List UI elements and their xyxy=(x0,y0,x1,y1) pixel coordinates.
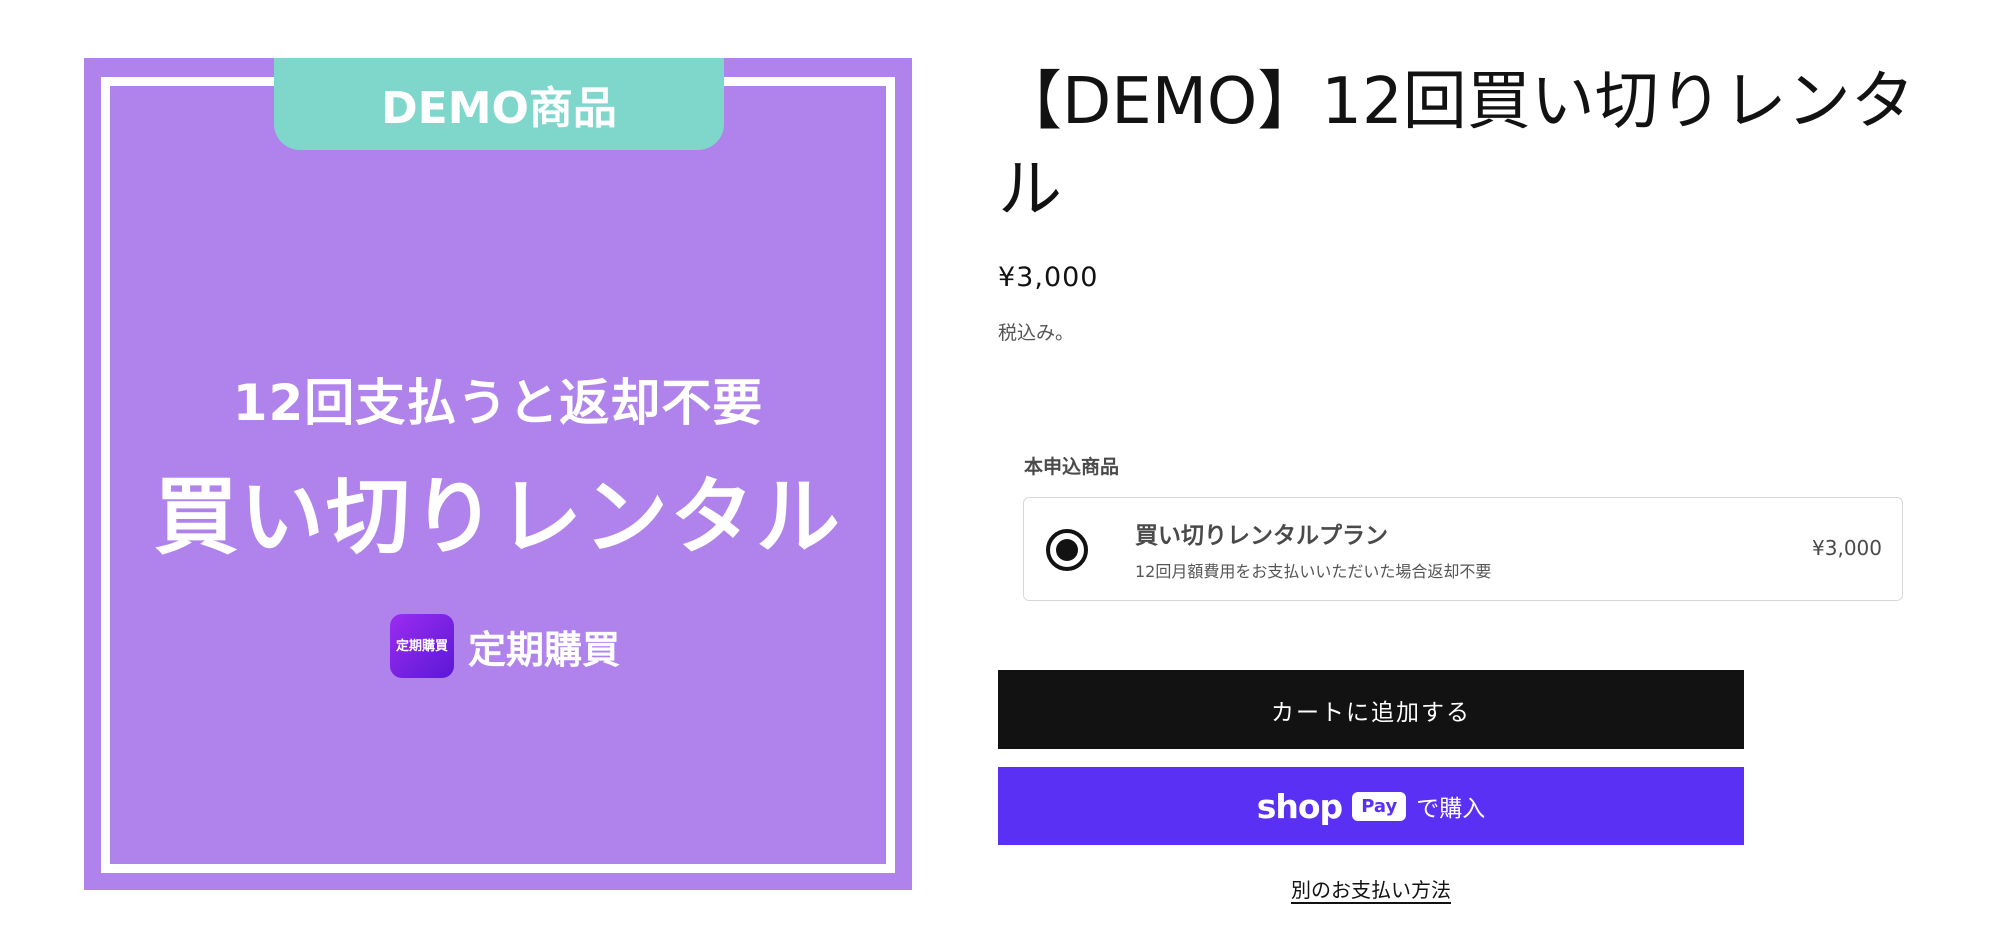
add-to-cart-button[interactable]: カートに追加する xyxy=(998,670,1744,749)
product-image[interactable]: DEMO商品 12回支払うと返却不要 買い切りレンタル 定期購買 定期購買 xyxy=(84,58,912,890)
app-badge: 定期購買 定期購買 xyxy=(390,614,620,678)
more-payment-options: 別のお支払い方法 xyxy=(998,874,1744,903)
demo-tab-label: DEMO商品 xyxy=(381,83,617,134)
plan-radio[interactable] xyxy=(1046,529,1088,571)
image-subtitle: 12回支払うと返却不要 xyxy=(232,374,764,432)
radio-selected-dot xyxy=(1056,539,1078,561)
plan-price: ¥3,000 xyxy=(1812,536,1882,560)
product-price: ¥3,000 xyxy=(998,262,1099,293)
image-title: 買い切りレンタル xyxy=(153,468,842,566)
app-name: 定期購買 xyxy=(468,627,621,672)
plan-description: 12回月額費用をお支払いいただいた場合返却不要 xyxy=(1135,562,1492,581)
shop-pay-button[interactable]: shop Pay で購入 xyxy=(998,767,1744,845)
shop-logo: shop xyxy=(1256,786,1343,826)
plan-section-label: 本申込商品 xyxy=(1024,456,1120,478)
plan-name: 買い切りレンタルプラン xyxy=(1135,523,1388,549)
product-title: 【DEMO】12回買い切りレンタル xyxy=(998,65,1915,227)
plan-option[interactable]: 買い切りレンタルプラン 12回月額費用をお支払いいただいた場合返却不要 ¥3,0… xyxy=(1023,497,1903,601)
shop-pay-suffix: で購入 xyxy=(1416,796,1486,822)
add-to-cart-label: カートに追加する xyxy=(1271,699,1471,726)
more-payment-link[interactable]: 別のお支払い方法 xyxy=(1291,878,1451,902)
demo-tab: DEMO商品 xyxy=(274,58,724,150)
tax-note: 税込み。 xyxy=(998,322,1075,344)
app-logo-text: 定期購買 xyxy=(395,638,448,654)
app-logo-icon: 定期購買 xyxy=(390,614,454,678)
pay-badge: Pay xyxy=(1352,791,1407,821)
